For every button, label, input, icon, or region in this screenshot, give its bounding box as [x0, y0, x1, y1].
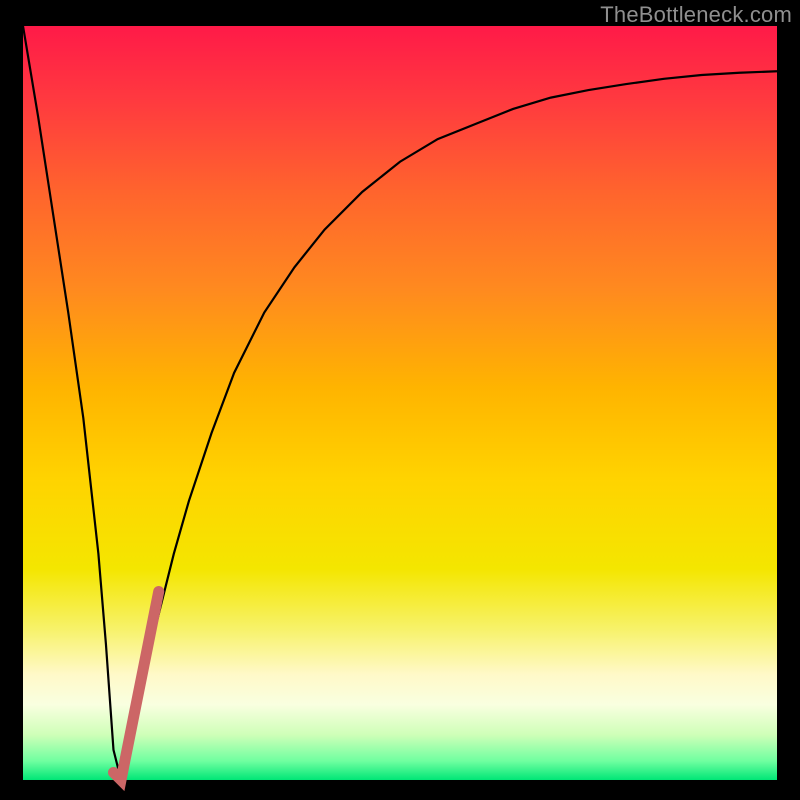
chart-stage: TheBottleneck.com: [0, 0, 800, 800]
gradient-background: [23, 26, 777, 780]
attribution-label: TheBottleneck.com: [600, 2, 792, 28]
chart-svg: [0, 0, 800, 800]
